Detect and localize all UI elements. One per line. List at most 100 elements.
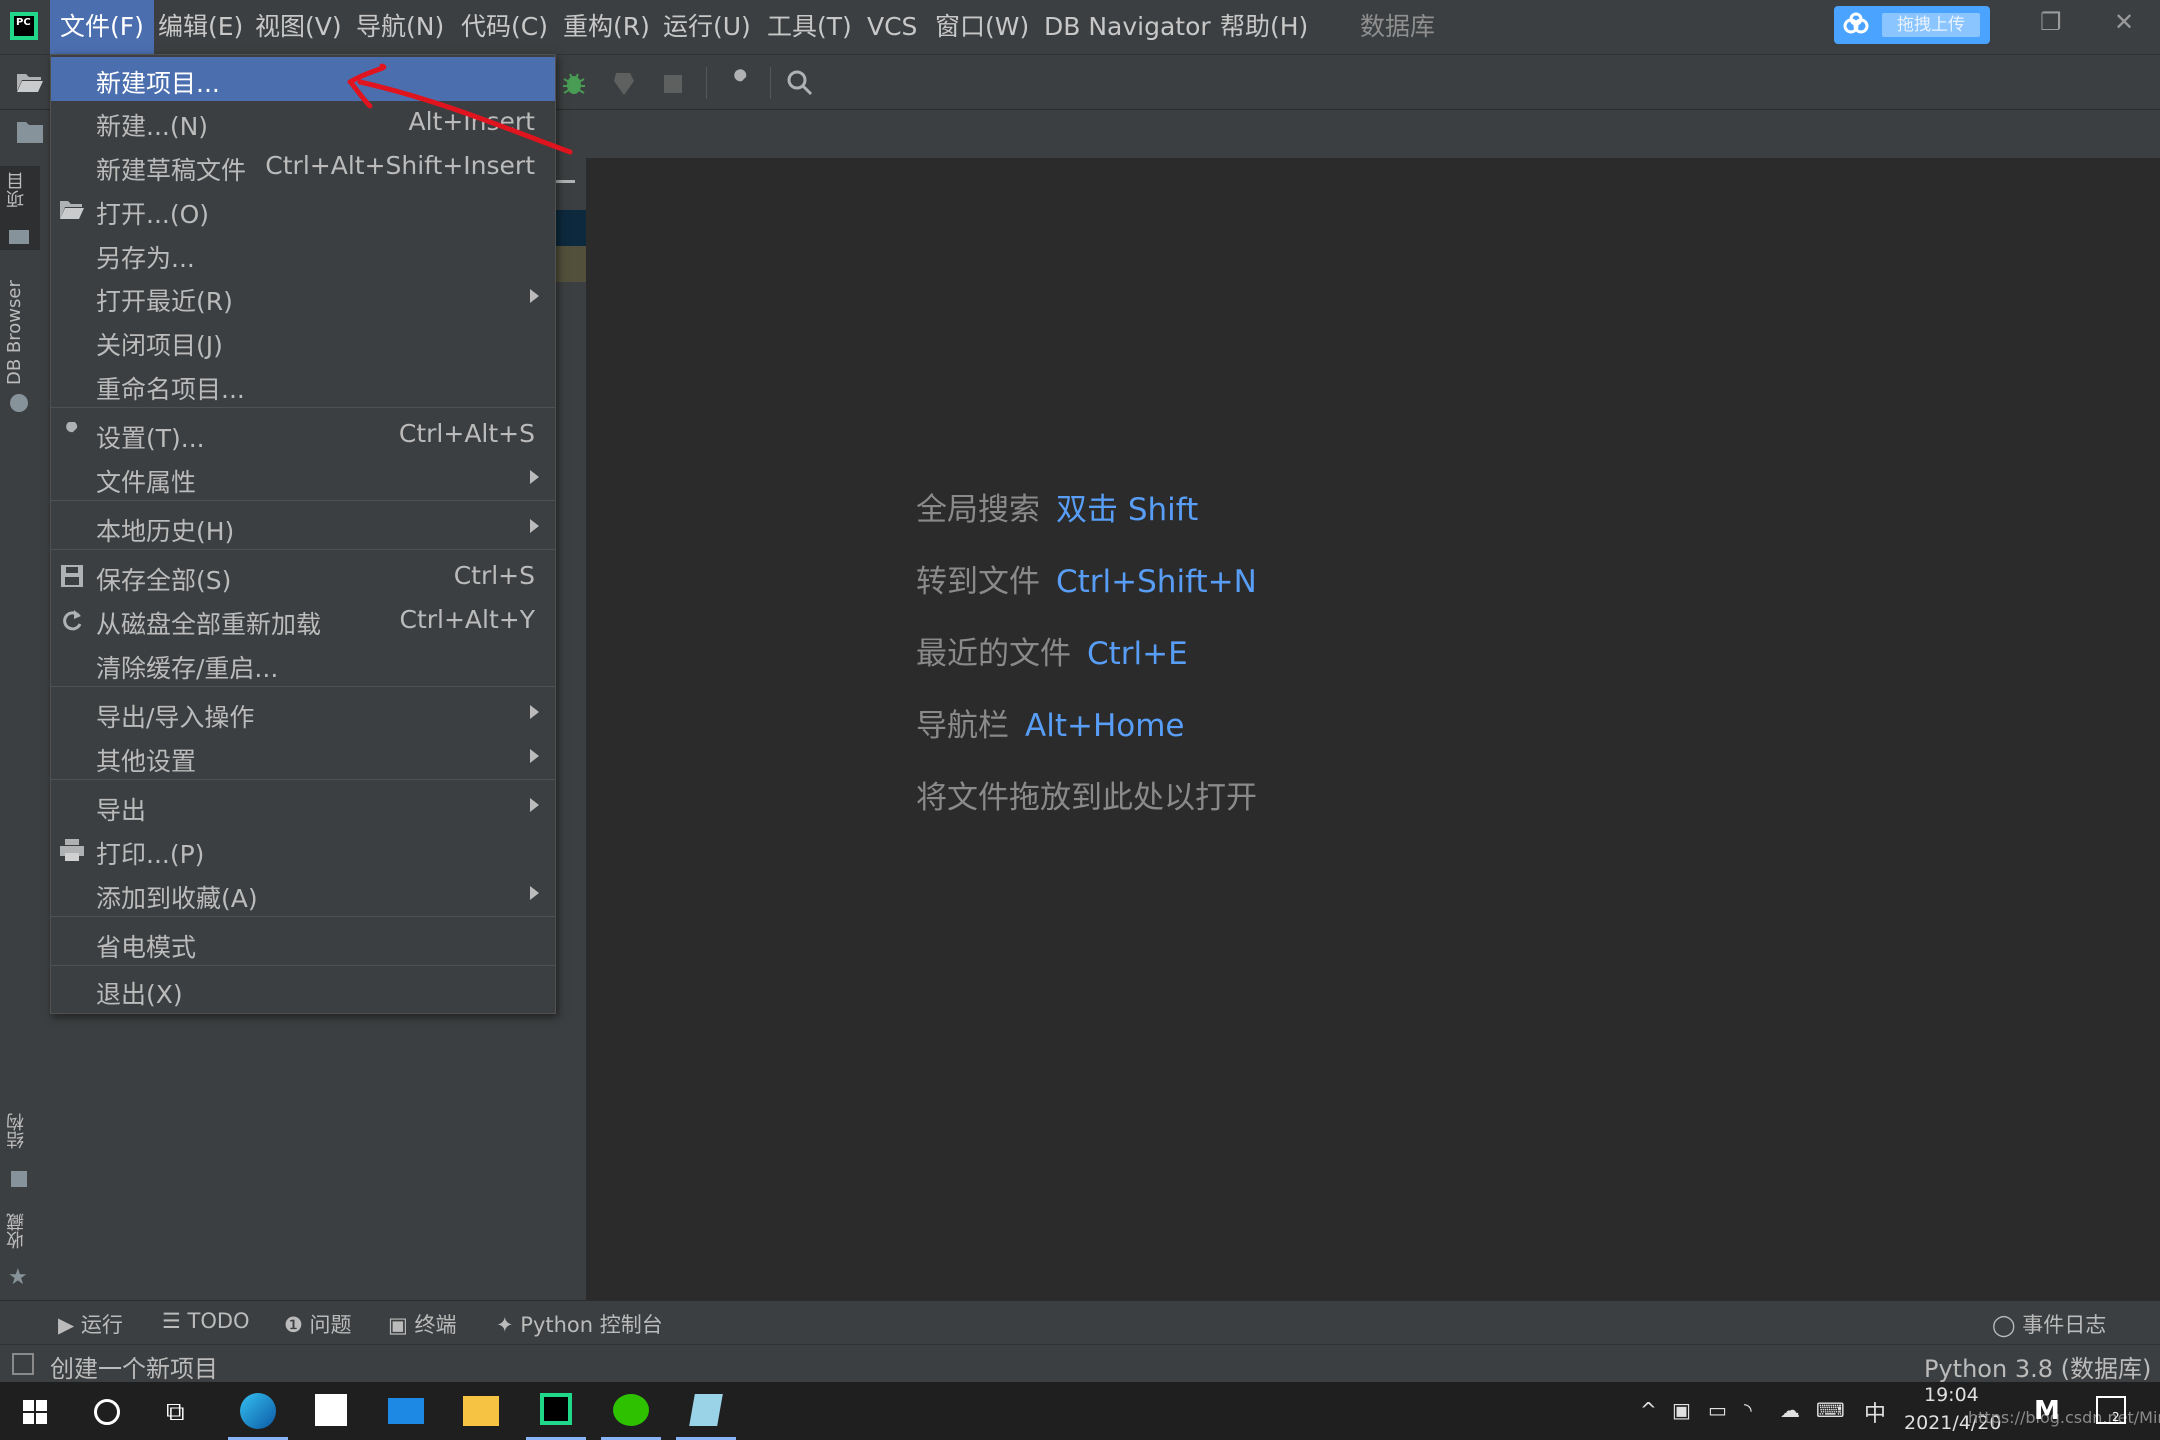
title-menu-bar: PC 文件(F) 编辑(E) 视图(V) 导航(N) 代码(C) 重构(R) 运…	[0, 0, 2160, 55]
taskbar-wechat[interactable]	[595, 1382, 667, 1440]
onedrive-cloud-icon[interactable]: ☁	[1780, 1398, 1800, 1422]
task-view-icon[interactable]: ⧉	[166, 1397, 185, 1428]
project-tab-icon	[9, 230, 29, 244]
taskbar-pycharm[interactable]	[520, 1382, 592, 1440]
menu-view[interactable]: 视图(V)	[255, 0, 342, 54]
keyboard-icon[interactable]: ⌨	[1816, 1398, 1845, 1422]
terminal-tab-label: 终端	[414, 1313, 457, 1337]
menu-item-open-recent[interactable]: 打开最近(R)	[51, 275, 555, 319]
editor-area[interactable]: 全局搜索 双击 Shift 转到文件 Ctrl+Shift+N 最近的文件 Ctrl+…	[588, 158, 2160, 1300]
menu-help[interactable]: 帮助(H)	[1220, 0, 1308, 54]
menu-item-close-project[interactable]: 关闭项目(J)	[51, 319, 555, 363]
wifi-icon[interactable]: ◝	[1744, 1398, 1752, 1422]
restore-window-icon[interactable]: ❐	[2040, 8, 2062, 36]
windows-start-icon[interactable]	[22, 1399, 48, 1425]
menu-item-label: 添加到收藏(A)	[96, 884, 258, 913]
ime-indicator[interactable]: 中	[1864, 1396, 1886, 1428]
menu-window[interactable]: 窗口(W)	[935, 0, 1029, 54]
event-log-tab[interactable]: ◯ 事件日志	[1992, 1309, 2106, 1339]
menu-item-export[interactable]: 导出	[51, 784, 555, 828]
notepad-icon	[689, 1394, 723, 1426]
search-circle-icon[interactable]	[94, 1399, 120, 1425]
project-tab-label: 项目	[6, 172, 27, 208]
pycharm-logo-icon[interactable]: PC	[10, 12, 38, 40]
status-bar: 创建一个新项目 Python 3.8 (数据库)	[0, 1344, 2160, 1383]
tree-row-selected[interactable]	[554, 210, 586, 246]
menu-item-label: 清除缓存/重启...	[96, 654, 279, 683]
upload-button-label: 拖拽上传	[1882, 13, 1980, 37]
coverage-icon[interactable]	[610, 69, 638, 97]
menu-refactor[interactable]: 重构(R)	[563, 0, 650, 54]
project-title: 数据库	[1360, 12, 1436, 41]
taskbar-explorer[interactable]	[445, 1382, 517, 1440]
settings-wrench-icon[interactable]	[726, 69, 754, 97]
menu-item-print[interactable]: 打印...(P)	[51, 828, 555, 872]
submenu-arrow-icon	[530, 749, 539, 763]
project-folder-icon[interactable]	[16, 120, 44, 144]
taskbar-notepad[interactable]	[670, 1382, 742, 1440]
chevron-up-icon[interactable]: ^	[1640, 1398, 1657, 1422]
stop-icon[interactable]	[664, 75, 682, 93]
pycharm-icon	[540, 1393, 572, 1425]
menu-item-shortcut: Ctrl+Alt+Y	[399, 605, 536, 634]
favorites-tab[interactable]: 收藏 ★	[0, 1213, 40, 1293]
menu-item-reload-all[interactable]: 从磁盘全部重新加载 Ctrl+Alt+Y	[51, 598, 555, 642]
notification-count: 2	[2112, 1410, 2120, 1424]
menu-item-settings[interactable]: 设置(T)... Ctrl+Alt+S	[51, 412, 555, 456]
terminal-tab[interactable]: ▣ 终端	[388, 1309, 457, 1339]
menu-item-local-history[interactable]: 本地历史(H)	[51, 505, 555, 549]
menu-code[interactable]: 代码(C)	[461, 0, 548, 54]
menu-tools[interactable]: 工具(T)	[767, 0, 852, 54]
python-console-tab[interactable]: ✦ Python 控制台	[496, 1309, 663, 1339]
tree-row[interactable]	[554, 246, 586, 282]
minimize-panel-icon[interactable]	[555, 180, 575, 183]
problems-tab[interactable]: ❶ 问题	[284, 1309, 352, 1339]
submenu-arrow-icon	[530, 705, 539, 719]
favorites-tab-label: 收藏	[6, 1213, 27, 1249]
hint-goto-file: 转到文件 Ctrl+Shift+N	[916, 556, 1257, 601]
menu-item-export-import[interactable]: 导出/导入操作	[51, 691, 555, 735]
menu-item-power-save-mode[interactable]: 省电模式	[51, 921, 555, 965]
menu-db-navigator[interactable]: DB Navigator	[1044, 0, 1211, 54]
menu-item-label: 打开...(O)	[96, 200, 210, 229]
m-app-icon[interactable]: M	[2034, 1396, 2060, 1426]
security-tray-icon[interactable]: ▣	[1672, 1398, 1691, 1422]
clock-time[interactable]: 19:04	[1924, 1384, 1979, 1406]
menu-item-open[interactable]: 打开...(O)	[51, 188, 555, 232]
printer-icon	[60, 839, 84, 861]
menu-item-rename-project[interactable]: 重命名项目...	[51, 363, 555, 407]
project-tab[interactable]: 项目	[0, 166, 40, 250]
menu-run[interactable]: 运行(U)	[663, 0, 751, 54]
menu-edit[interactable]: 编辑(E)	[158, 0, 243, 54]
menu-item-other-settings[interactable]: 其他设置	[51, 735, 555, 779]
todo-tab[interactable]: ☰ TODO	[162, 1309, 250, 1333]
structure-tab[interactable]: 结构	[0, 1113, 40, 1193]
run-tab[interactable]: ▶ 运行	[58, 1309, 123, 1339]
menu-item-add-to-favorites[interactable]: 添加到收藏(A)	[51, 872, 555, 916]
python-interpreter[interactable]: Python 3.8 (数据库)	[1924, 1349, 2151, 1384]
folder-open-icon	[60, 201, 84, 219]
battery-icon[interactable]: ▭	[1708, 1398, 1727, 1422]
close-window-icon[interactable]: ✕	[2114, 8, 2134, 36]
taskbar-store[interactable]	[295, 1382, 367, 1440]
taskbar-edge[interactable]	[222, 1382, 294, 1440]
menu-vcs[interactable]: VCS	[867, 0, 917, 54]
menu-item-save-as[interactable]: 另存为...	[51, 232, 555, 276]
menu-item-exit[interactable]: 退出(X)	[51, 968, 555, 1012]
open-folder-icon[interactable]	[16, 71, 44, 93]
notification-center-icon[interactable]: 2	[2096, 1396, 2126, 1424]
menu-item-save-all[interactable]: 保存全部(S) Ctrl+S	[51, 554, 555, 598]
menu-item-label: 文件属性	[96, 468, 197, 497]
toggle-tool-windows-icon[interactable]	[12, 1353, 34, 1375]
db-browser-tab[interactable]: DB Browser	[0, 278, 40, 578]
search-icon[interactable]	[786, 69, 814, 97]
menu-navigate[interactable]: 导航(N)	[356, 0, 444, 54]
menu-item-file-properties[interactable]: 文件属性	[51, 456, 555, 500]
upload-button[interactable]: 拖拽上传	[1834, 6, 1990, 44]
menu-item-invalidate-caches[interactable]: 清除缓存/重启...	[51, 642, 555, 686]
hint-shortcut: Alt+Home	[1025, 708, 1185, 744]
edge-icon	[240, 1393, 276, 1429]
menu-file[interactable]: 文件(F)	[50, 0, 154, 54]
taskbar-mail[interactable]	[370, 1382, 442, 1440]
menu-separator	[51, 549, 555, 550]
